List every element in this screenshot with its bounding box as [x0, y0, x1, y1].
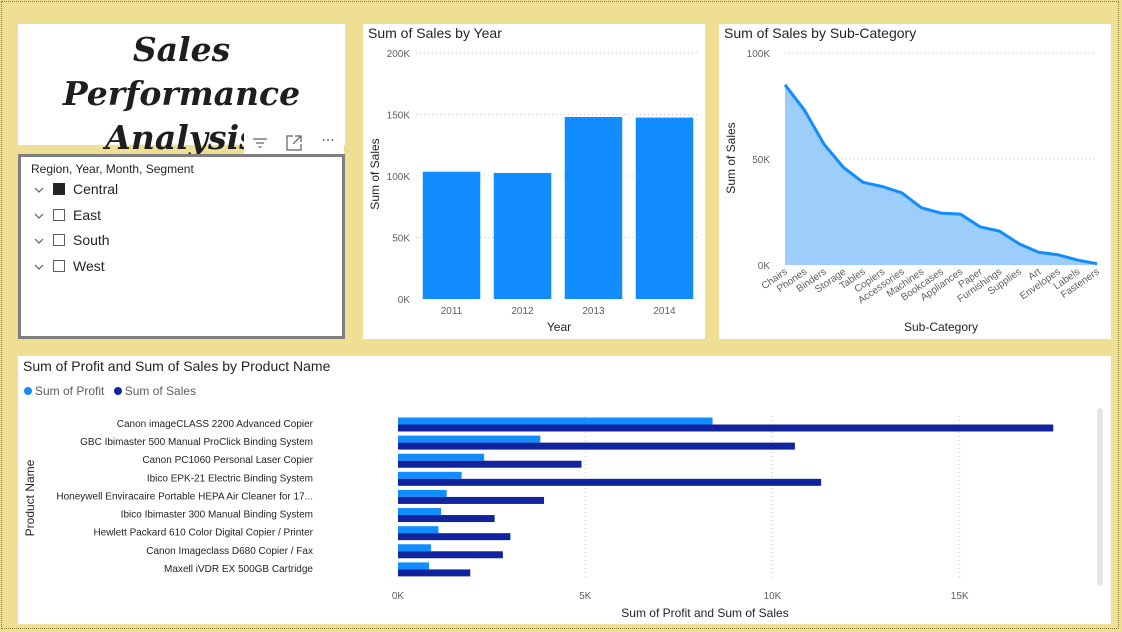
y-tick-label: Canon imageCLASS 2200 Advanced Copier — [117, 419, 314, 430]
hierarchy-slicer[interactable]: Region, Year, Month, Segment Central East… — [18, 154, 345, 339]
y-tick-label: Ibico Ibimaster 300 Manual Binding Syste… — [121, 510, 313, 521]
profit-sales-by-product-svg: 0K 5K 10K 15K Canon imageCLASS 2200 Advanced… — [23, 408, 1103, 620]
resize-handle-bottom-right[interactable] — [335, 329, 345, 339]
checkbox[interactable] — [53, 234, 65, 246]
resize-handle-left[interactable] — [18, 239, 21, 253]
resize-handle-bottom-left[interactable] — [18, 329, 28, 339]
resize-handle-bottom[interactable] — [176, 336, 190, 339]
y-tick-label: 0K — [758, 261, 771, 272]
bar — [635, 117, 694, 299]
profit-sales-by-product-chart[interactable]: Sum of Profit and Sum of Sales by Produc… — [18, 356, 1111, 624]
slicer-item-label: East — [73, 206, 102, 223]
y-tick-label: 100K — [387, 172, 411, 183]
slicer-item-label: West — [73, 257, 105, 274]
y-tick-label: 150K — [387, 111, 411, 122]
bar-sales — [398, 569, 471, 577]
bar-sales — [398, 533, 511, 541]
bar-profit — [398, 526, 439, 534]
sales-by-year-chart[interactable]: Sum of Sales by Year 0K 50K 100K 150K 200K 20… — [363, 24, 705, 339]
scrollbar — [1097, 408, 1103, 586]
x-tick-label: 2014 — [653, 306, 676, 317]
y-tick-label: GBC Ibimaster 500 Manual ProClick Bindin… — [80, 437, 313, 448]
bar-profit — [398, 417, 713, 425]
y-axis-label: Product Name — [23, 459, 37, 536]
x-tick-label: 5K — [579, 591, 592, 602]
area-fill — [785, 84, 1097, 265]
x-tick-label: 2012 — [511, 306, 534, 317]
sales-by-subcategory-chart[interactable]: Sum of Sales by Sub-Category 0K 50K 100K Ch… — [719, 24, 1111, 339]
bar-sales — [398, 424, 1054, 432]
sales-by-subcategory-svg: 0K50K100KChairsPhonesBindersStorageTable… — [724, 49, 1102, 334]
bar-sales — [398, 478, 822, 486]
resize-handle-top-left[interactable] — [18, 154, 26, 162]
bar-profit — [398, 435, 541, 443]
bar-profit — [398, 489, 447, 497]
y-axis-label: Sum of Sales — [368, 138, 382, 209]
bar-sales — [398, 442, 795, 450]
bar-profit — [398, 471, 462, 479]
x-tick-label: 2013 — [582, 306, 605, 317]
y-tick-label: Hewlett Packard 610 Color Digital Copier… — [93, 528, 313, 539]
bar-profit — [398, 508, 442, 516]
y-tick-label: 50K — [392, 234, 410, 245]
y-tick-label: 50K — [752, 155, 770, 166]
y-tick-label: Canon PC1060 Personal Laser Copier — [142, 455, 313, 466]
bar-sales — [398, 460, 582, 468]
slicer-header: Region, Year, Month, Segment — [31, 162, 194, 176]
slicer-item-label: South — [73, 232, 110, 248]
y-tick-label: Honeywell Enviracaire Portable HEPA Air … — [56, 491, 313, 502]
title-card: Sales Performance Analysis — [18, 24, 345, 157]
checkbox[interactable] — [53, 208, 65, 221]
y-tick-label: Canon Imageclass D680 Copier / Fax — [146, 546, 313, 557]
y-tick-label: 0K — [398, 295, 411, 306]
bar-sales — [398, 515, 495, 523]
chevron-down-icon[interactable] — [33, 184, 45, 196]
x-tick-label: 0K — [392, 591, 405, 602]
x-axis-label: Sub-Category — [904, 320, 978, 334]
y-tick-label: 200K — [387, 49, 411, 60]
bar-sales — [398, 551, 503, 559]
bar — [564, 116, 623, 300]
x-axis-label: Sum of Profit and Sum of Sales — [621, 606, 788, 620]
bar — [493, 172, 552, 299]
y-tick-label: Maxell iVDR EX 500GB Cartridge — [164, 564, 313, 575]
focus-mode-icon[interactable] — [284, 133, 304, 153]
sales-by-year-svg: 0K 50K 100K 150K 200K 2011 2012 2013 2014 Year Sum… — [368, 49, 700, 334]
chevron-down-icon[interactable] — [33, 210, 45, 222]
y-tick-label: Ibico EPK-21 Electric Binding System — [147, 473, 313, 484]
bar-sales — [398, 496, 545, 504]
report-title-line-1: Sales Performance — [62, 30, 301, 113]
filter-icon[interactable] — [250, 133, 270, 153]
bar-profit — [398, 453, 485, 461]
chevron-down-icon[interactable] — [33, 261, 45, 273]
visual-header-toolbar: ··· — [244, 131, 344, 155]
checkbox[interactable] — [53, 183, 65, 195]
x-tick-label: 2011 — [441, 306, 463, 317]
checkbox[interactable] — [53, 259, 65, 272]
bar — [422, 171, 481, 299]
y-tick-label: 100K — [747, 49, 771, 60]
resize-handle-top[interactable] — [176, 154, 190, 157]
more-options-icon[interactable]: ··· — [318, 131, 338, 151]
y-axis-label: Sum of Sales — [724, 122, 738, 193]
x-tick-label: 10K — [764, 591, 782, 602]
bar-profit — [398, 562, 430, 570]
resize-handle-right[interactable] — [342, 239, 345, 253]
x-tick-label: 15K — [951, 591, 969, 602]
x-axis-label: Year — [547, 320, 571, 334]
slicer-item-label: Central — [73, 181, 119, 197]
chevron-down-icon[interactable] — [33, 235, 45, 247]
bar-profit — [398, 544, 431, 552]
